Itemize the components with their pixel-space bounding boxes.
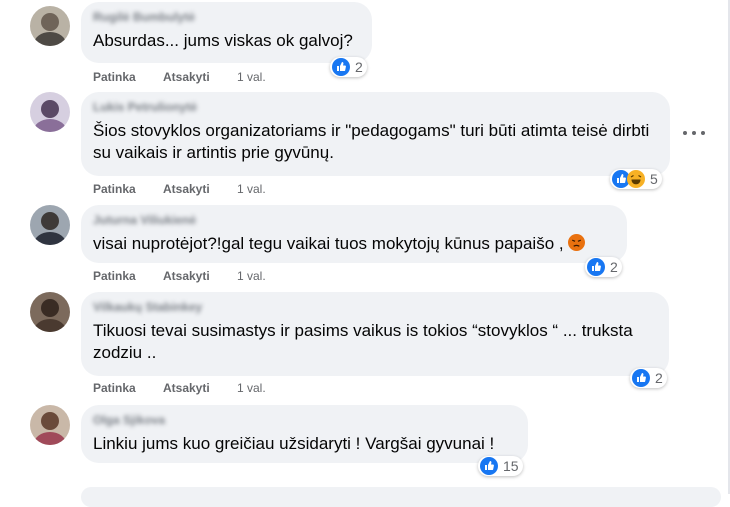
reply-link[interactable]: Atsakyti xyxy=(163,70,210,84)
avatar[interactable] xyxy=(30,92,70,132)
like-icon xyxy=(587,258,605,276)
more-options-icon[interactable] xyxy=(683,126,705,140)
comment-bubble: Juturna Viliukienė visai nuprotėjot?!gal… xyxy=(81,205,627,263)
reaction-summary[interactable]: 2 xyxy=(585,257,622,277)
comment-text-content: visai nuprotėjot?!gal tegu vaikai tuos m… xyxy=(93,234,564,253)
reaction-count: 2 xyxy=(655,370,663,386)
reaction-count: 2 xyxy=(355,59,363,75)
avatar[interactable] xyxy=(30,6,70,46)
reaction-count: 15 xyxy=(503,458,519,474)
like-link[interactable]: Patinka xyxy=(93,381,136,395)
comment-author[interactable]: Lukis Petrulionytė xyxy=(93,100,658,114)
avatar[interactable] xyxy=(30,405,70,445)
comment-text: Linkiu jums kuo greičiau užsidaryti ! Va… xyxy=(93,434,495,453)
like-link[interactable]: Patinka xyxy=(93,70,136,84)
like-icon xyxy=(332,58,350,76)
avatar[interactable] xyxy=(30,205,70,245)
like-icon xyxy=(480,457,498,475)
comment-timestamp[interactable]: 1 val. xyxy=(237,70,266,84)
reaction-summary[interactable]: 2 xyxy=(330,57,367,77)
next-comment-bubble xyxy=(81,487,721,507)
reaction-summary[interactable]: 5 xyxy=(610,169,662,189)
comment-bubble: Lukis Petrulionytė Šios stovyklos organi… xyxy=(81,92,670,176)
comment-text: visai nuprotėjot?!gal tegu vaikai tuos m… xyxy=(93,233,615,255)
reply-link[interactable]: Atsakyti xyxy=(163,269,210,283)
comment-timestamp[interactable]: 1 val. xyxy=(237,381,266,395)
reaction-summary[interactable]: 15 xyxy=(478,456,523,476)
comment-timestamp[interactable]: 1 val. xyxy=(237,269,266,283)
reaction-count: 2 xyxy=(610,259,618,275)
reaction-summary[interactable]: 2 xyxy=(630,368,667,388)
like-link[interactable]: Patinka xyxy=(93,182,136,196)
reply-link[interactable]: Atsakyti xyxy=(163,381,210,395)
comment-timestamp[interactable]: 1 val. xyxy=(237,182,266,196)
comment-bubble: Olga Sjikova Linkiu jums kuo greičiau už… xyxy=(81,405,528,463)
like-link[interactable]: Patinka xyxy=(93,269,136,283)
comment-bubble: Vilkaukų Stabinkey Tikuosi tevai susimas… xyxy=(81,292,669,376)
comment-author[interactable]: Olga Sjikova xyxy=(93,413,516,427)
comment-author[interactable]: Juturna Viliukienė xyxy=(93,213,615,227)
avatar[interactable] xyxy=(30,292,70,332)
reply-link[interactable]: Atsakyti xyxy=(163,182,210,196)
reaction-count: 5 xyxy=(650,171,658,187)
angry-emoji-icon xyxy=(568,234,586,251)
haha-icon xyxy=(627,170,645,188)
comment-bubble: Rugilė Bumbulytė Absurdas... jums viskas… xyxy=(81,2,372,63)
comment-text: Šios stovyklos organizatoriams ir "pedag… xyxy=(93,121,650,162)
comment-text: Tikuosi tevai susimastys ir pasims vaiku… xyxy=(93,321,633,362)
comment-author[interactable]: Vilkaukų Stabinkey xyxy=(93,300,657,314)
comment-author[interactable]: Rugilė Bumbulytė xyxy=(93,10,360,24)
comment-text: Absurdas... jums viskas ok galvoj? xyxy=(93,31,353,50)
like-icon xyxy=(632,369,650,387)
